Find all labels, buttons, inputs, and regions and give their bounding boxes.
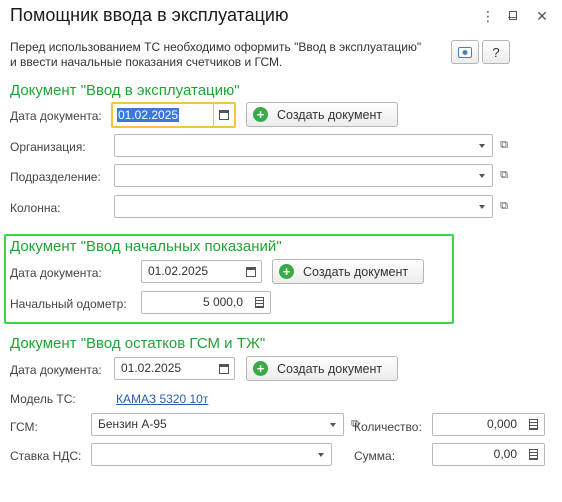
- initial-create-button[interactable]: + Создать документ: [272, 259, 424, 284]
- plus-circle-icon: +: [279, 264, 294, 279]
- odometer-label: Начальный одометр:: [10, 297, 127, 311]
- window-title: Помощник ввода в эксплуатацию: [10, 5, 289, 25]
- organization-label: Организация:: [10, 140, 86, 154]
- initial-create-label: Создать документ: [303, 264, 409, 279]
- commissioning-date-value: 01.02.2025: [117, 108, 180, 122]
- close-icon[interactable]: ✕: [532, 6, 552, 26]
- plus-circle-icon: +: [253, 361, 268, 376]
- calculator-icon: [529, 449, 538, 460]
- fuel-create-label: Создать документ: [277, 361, 383, 376]
- quantity-calculator-button[interactable]: [523, 413, 545, 436]
- sum-field[interactable]: 0,00: [432, 443, 524, 466]
- department-field[interactable]: [114, 164, 472, 187]
- initial-calendar-button[interactable]: [240, 260, 262, 283]
- fuel-label: ГСМ:: [10, 420, 38, 434]
- department-label: Подразделение:: [10, 170, 101, 184]
- fuel-date-field[interactable]: 01.02.2025: [114, 357, 214, 380]
- column-open-icon[interactable]: ⧉: [494, 195, 514, 218]
- organization-open-icon[interactable]: ⧉: [494, 134, 514, 157]
- fuel-date-label: Дата документа:: [10, 363, 102, 377]
- fuel-calendar-button[interactable]: [213, 357, 235, 380]
- plus-circle-icon: +: [253, 107, 268, 122]
- model-label: Модель ТС:: [10, 392, 76, 406]
- department-open-icon[interactable]: ⧉: [494, 164, 514, 187]
- fuel-field[interactable]: Бензин А-95: [91, 413, 323, 436]
- camera-icon: [458, 46, 472, 58]
- settings-button[interactable]: [451, 40, 479, 64]
- initial-date-field[interactable]: 01.02.2025: [141, 260, 241, 283]
- section-commissioning-title: Документ "Ввод в эксплуатацию": [10, 82, 240, 99]
- commissioning-date-label: Дата документа:: [10, 109, 102, 123]
- odometer-field[interactable]: 5 000,0: [141, 291, 250, 314]
- calendar-icon: [219, 110, 229, 120]
- info-text: Перед использованием ТС необходимо оформ…: [10, 40, 422, 69]
- commissioning-create-label: Создать документ: [277, 107, 383, 122]
- commissioning-create-button[interactable]: + Создать документ: [246, 102, 398, 127]
- sum-label: Сумма:: [354, 449, 396, 463]
- quantity-field[interactable]: 0,000: [432, 413, 524, 436]
- maximize-icon[interactable]: [509, 11, 517, 20]
- odometer-calculator-button[interactable]: [249, 291, 271, 314]
- calendar-icon: [218, 363, 229, 374]
- column-dropdown-button[interactable]: [471, 195, 493, 218]
- commissioning-calendar-button[interactable]: [214, 102, 236, 128]
- more-menu-icon[interactable]: ⋮: [478, 6, 498, 26]
- calendar-icon: [245, 266, 256, 277]
- initial-date-label: Дата документа:: [10, 266, 102, 280]
- vat-field[interactable]: [91, 443, 311, 466]
- department-dropdown-button[interactable]: [471, 164, 493, 187]
- vat-label: Ставка НДС:: [10, 449, 82, 463]
- fuel-dropdown-button[interactable]: [322, 413, 344, 436]
- fuel-create-button[interactable]: + Создать документ: [246, 356, 398, 381]
- sum-calculator-button[interactable]: [523, 443, 545, 466]
- commissioning-date-field[interactable]: 01.02.2025: [111, 102, 215, 128]
- vat-dropdown-button[interactable]: [310, 443, 332, 466]
- calculator-icon: [255, 297, 264, 308]
- calculator-icon: [529, 419, 538, 430]
- organization-field[interactable]: [114, 134, 472, 157]
- column-label: Колонна:: [10, 201, 61, 215]
- section-fuel-title: Документ "Ввод остатков ГСМ и ТЖ": [10, 335, 266, 352]
- quantity-label: Количество:: [354, 420, 422, 434]
- column-field[interactable]: [114, 195, 472, 218]
- help-button[interactable]: ?: [482, 40, 510, 64]
- organization-dropdown-button[interactable]: [471, 134, 493, 157]
- section-initial-readings-title: Документ "Ввод начальных показаний": [10, 238, 282, 255]
- model-link[interactable]: КАМАЗ 5320 10т: [116, 392, 208, 406]
